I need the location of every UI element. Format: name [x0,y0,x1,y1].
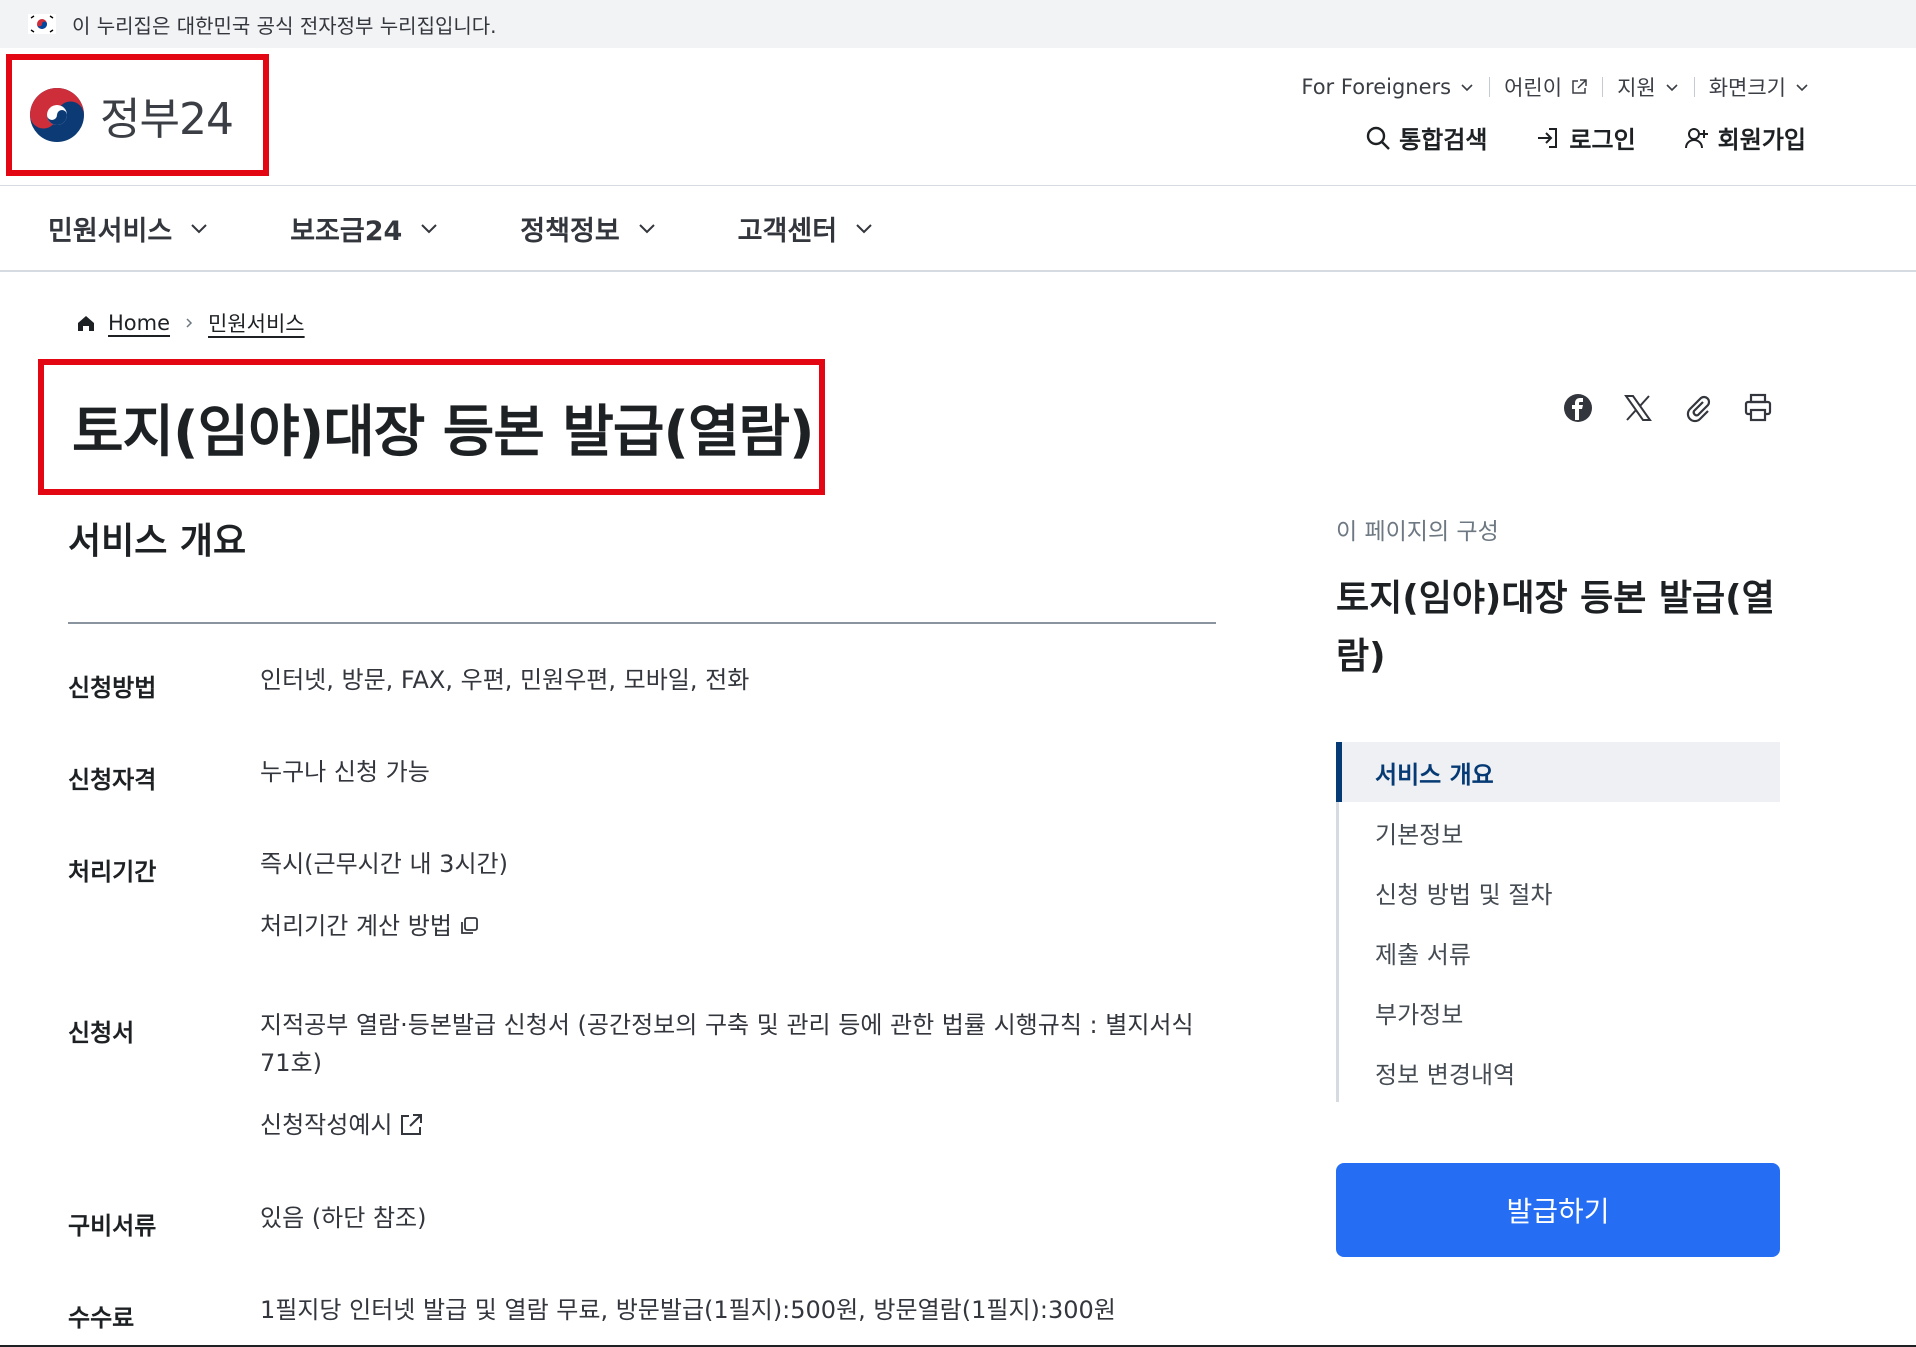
info-value: 인터넷, 방문, FAX, 우편, 민원우편, 모바일, 전화 [260,666,750,694]
section-divider [68,622,1216,624]
toc-list: 서비스 개요 기본정보 신청 방법 및 절차 제출 서류 부가정보 정보 변경내… [1336,742,1780,1102]
chevron-down-icon [1461,84,1473,92]
chevron-right-icon [186,318,193,328]
nav-item-subsidy[interactable]: 보조금24 [290,209,440,248]
page-title: 토지(임야)대장 등본 발급(열람) [72,399,815,465]
print-icon[interactable] [1742,392,1774,424]
share-tools [1562,392,1774,424]
toc-item-application-procedure[interactable]: 신청 방법 및 절차 [1339,862,1780,922]
search-button[interactable]: 통합검색 [1365,120,1487,155]
info-label: 신청방법 [68,674,157,702]
signup-label: 회원가입 [1717,126,1806,154]
info-row-form: 신청서 지적공부 열람·등본발급 신청서 (공간정보의 구축 및 관리 등에 관… [68,1011,1220,1144]
nav-label: 고객센터 [737,215,838,247]
util-kids-label: 어린이 [1504,76,1563,100]
info-label: 수수료 [68,1304,135,1332]
link-label: 처리기간 계산 방법 [260,912,452,940]
breadcrumb-current[interactable]: 민원서비스 [208,308,305,338]
logo-link[interactable]: 정부24 [6,54,269,176]
info-value-group: 지적공부 열람·등본발급 신청서 (공간정보의 구축 및 관리 등에 관한 법률… [260,1006,1220,1144]
toc-item-service-overview[interactable]: 서비스 개요 [1336,742,1780,802]
link-label: 신청작성예시 [260,1111,393,1139]
chevron-down-icon [191,224,207,234]
info-value: 지적공부 열람·등본발급 신청서 (공간정보의 구축 및 관리 등에 관한 법률… [260,1011,1194,1077]
nav-item-civil-service[interactable]: 민원서비스 [48,209,210,248]
info-value: 있음 (하단 참조) [260,1204,427,1232]
util-foreigners-label: For Foreigners [1301,75,1452,99]
util-support-label: 지원 [1617,76,1656,100]
info-row-eligibility: 신청자격 누구나 신청 가능 [68,758,1220,795]
info-label: 구비서류 [68,1212,157,1240]
x-icon[interactable] [1622,392,1654,424]
signup-button[interactable]: 회원가입 [1684,120,1806,155]
attachment-icon[interactable] [1682,392,1714,424]
utility-menu: For Foreigners 어린이 지원 화면크기 [1287,72,1824,102]
chevron-down-icon [1796,84,1808,92]
facebook-icon[interactable] [1562,392,1594,424]
banner-text: 이 누리집은 대한민국 공식 전자정부 누리집입니다. [72,13,497,38]
toc-item-documents[interactable]: 제출 서류 [1339,922,1780,982]
issue-button[interactable]: 발급하기 [1336,1163,1780,1257]
chevron-down-icon [1666,84,1678,92]
official-site-banner: 이 누리집은 대한민국 공식 전자정부 누리집입니다. [0,0,1916,48]
info-value: 누구나 신청 가능 [260,758,430,786]
util-foreigners[interactable]: For Foreigners [1287,75,1489,99]
processing-period-link[interactable]: 처리기간 계산 방법 [260,907,1220,945]
korea-flag-icon [28,14,56,34]
info-row-fee: 수수료 1필지당 인터넷 발급 및 열람 무료, 방문발급(1필지):500원,… [68,1296,1220,1333]
info-row-documents: 구비서류 있음 (하단 참조) [68,1204,1220,1241]
nav-label: 정책정보 [520,215,620,247]
chevron-down-icon [638,224,655,234]
nav-item-policy[interactable]: 정책정보 [520,209,657,248]
chevron-down-icon [856,224,872,234]
nav-label: 민원서비스 [48,215,173,247]
home-icon [78,316,94,331]
util-screen-size[interactable]: 화면크기 [1695,72,1824,102]
toc-title: 토지(임야)대장 등본 발급(열람) [1336,578,1775,677]
login-button[interactable]: 로그인 [1535,120,1636,155]
util-screen-size-label: 화면크기 [1708,76,1786,100]
toc-caption: 이 페이지의 구성 [1336,519,1499,545]
toc-item-change-history[interactable]: 정보 변경내역 [1339,1042,1780,1102]
page-title-highlight: 토지(임야)대장 등본 발급(열람) [38,359,825,495]
breadcrumb: Home 민원서비스 [76,308,305,338]
external-link-icon [1572,79,1587,94]
info-row-method: 신청방법 인터넷, 방문, FAX, 우편, 민원우편, 모바일, 전화 [68,666,1220,703]
toc-item-additional-info[interactable]: 부가정보 [1339,982,1780,1042]
chevron-down-icon [421,224,438,234]
search-icon [1366,126,1390,150]
info-label: 신청자격 [68,766,157,794]
info-value-group: 즉시(근무시간 내 3시간) 처리기간 계산 방법 [260,845,1220,945]
breadcrumb-home[interactable]: Home [108,311,170,335]
util-support[interactable]: 지원 [1603,72,1694,102]
info-value: 즉시(근무시간 내 3시간) [260,850,508,878]
header-actions: 통합검색 로그인 회원가입 [1365,120,1806,155]
external-link-icon [401,1114,423,1135]
login-label: 로그인 [1569,126,1636,154]
login-icon [1538,127,1558,148]
info-label: 처리기간 [68,858,157,886]
info-value: 1필지당 인터넷 발급 및 열람 무료, 방문발급(1필지):500원, 방문열… [260,1296,1116,1324]
toc-item-basic-info[interactable]: 기본정보 [1339,802,1780,862]
add-user-icon [1684,127,1708,148]
form-example-link[interactable]: 신청작성예시 [260,1106,1220,1144]
info-row-period: 처리기간 즉시(근무시간 내 3시간) 처리기간 계산 방법 [68,850,1220,945]
logo-text: 정부24 [100,94,234,145]
nav-label: 보조금24 [290,215,403,247]
nav-item-customer-center[interactable]: 고객센터 [738,209,875,248]
util-kids[interactable]: 어린이 [1490,72,1602,102]
section-title: 서비스 개요 [68,521,247,562]
main-nav: 민원서비스 보조금24 정책정보 고객센터 [0,186,1916,272]
site-header: 정부24 For Foreigners 어린이 지원 화면크기 통합검색 로그인… [0,48,1916,186]
popup-window-icon [461,917,478,934]
search-label: 통합검색 [1399,126,1488,154]
info-label: 신청서 [68,1019,135,1047]
government-logo-icon [30,88,84,142]
